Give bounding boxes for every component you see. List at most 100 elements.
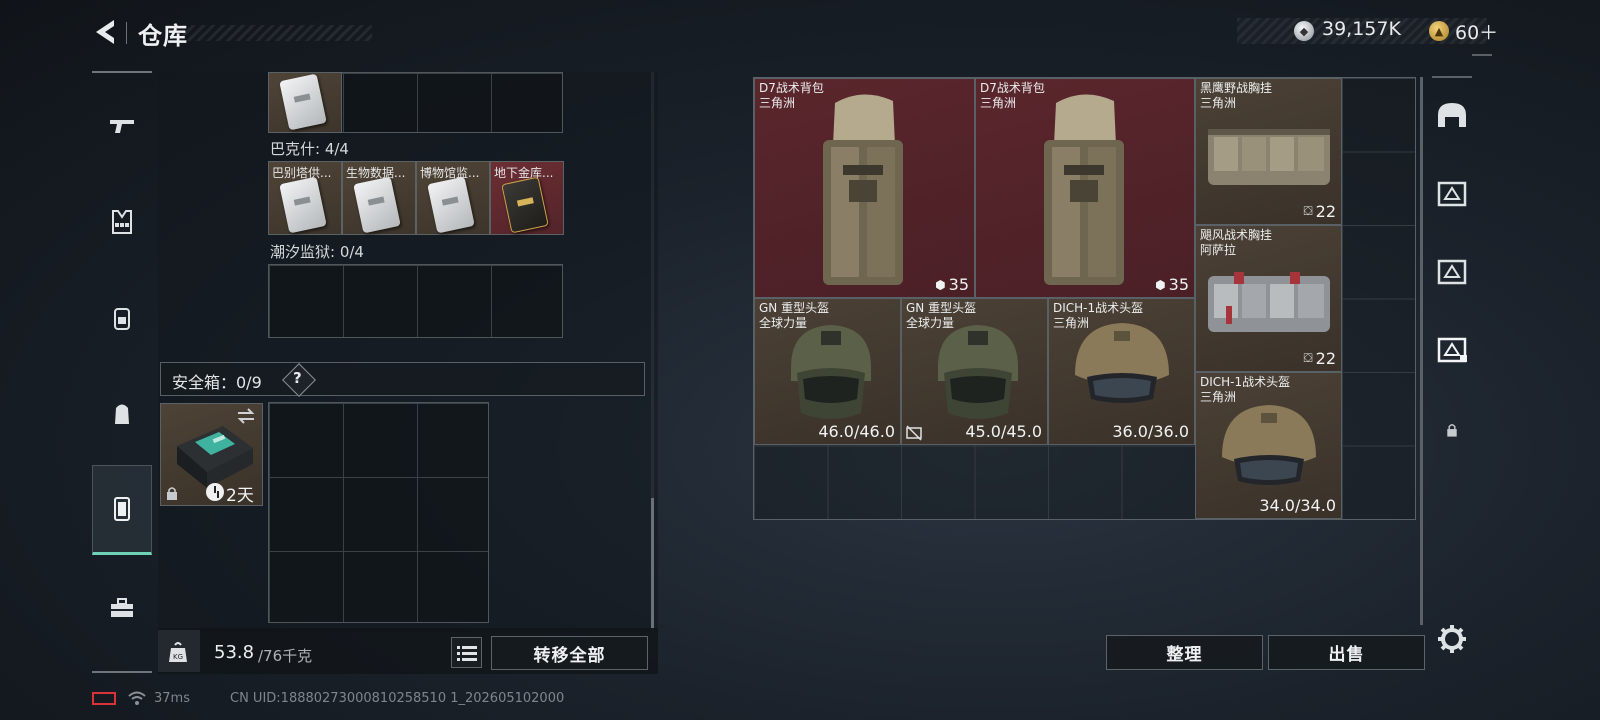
keycard-icon xyxy=(279,176,327,234)
item-name: DICH-1战术头盔 xyxy=(1053,301,1144,315)
item-name: 黑鹰野战胸挂 xyxy=(1200,81,1273,95)
wifi-icon xyxy=(128,690,146,706)
container-scrollbar[interactable] xyxy=(1420,77,1423,625)
back-arrow-icon xyxy=(96,20,114,44)
help-icon: ? xyxy=(293,369,302,387)
helmet-image-icon xyxy=(1222,405,1316,485)
backpack-capacity-icon: ⬢ xyxy=(1155,277,1166,292)
item-name: 飓风战术胸挂 xyxy=(1200,228,1273,242)
left-nav xyxy=(92,71,152,673)
item-name-group: GN 重型头盔 全球力量 xyxy=(759,301,829,331)
sort-button[interactable]: 整理 xyxy=(1106,635,1263,670)
safe-box-label: 安全箱：0/9 xyxy=(172,373,262,392)
list-icon xyxy=(456,645,477,661)
item-stat-value: 36.0/36.0 xyxy=(1112,422,1189,441)
container-item[interactable]: D7战术背包 三角洲 ⬢ 35 xyxy=(754,78,975,298)
armor-slot-icon xyxy=(1437,181,1467,207)
item-stat: ⬢ 35 xyxy=(1155,275,1189,294)
transfer-all-button[interactable]: 转移全部 xyxy=(491,636,648,670)
gold-ticket-icon: ▲ xyxy=(1429,21,1449,41)
item-name-group: DICH-1战术头盔 三角洲 xyxy=(1053,301,1143,331)
helmet-slot-tab[interactable] xyxy=(1430,86,1474,146)
toolbox-icon xyxy=(111,598,133,617)
nav-safe-box[interactable] xyxy=(92,465,152,555)
gun-icon xyxy=(110,120,134,133)
stash-scrollbar-thumb[interactable] xyxy=(651,498,654,628)
container-item[interactable]: DICH-1战术头盔 三角洲 34.0/34.0 xyxy=(1195,372,1342,519)
armor-slot-3-tab[interactable] xyxy=(1430,320,1474,380)
title-divider xyxy=(126,22,127,44)
lock-icon xyxy=(1447,424,1457,437)
item-name-group: D7战术背包 三角洲 xyxy=(759,81,824,111)
document-icon xyxy=(279,73,327,131)
nav-pouch[interactable] xyxy=(92,369,152,459)
vest-capacity-icon: ⛋ xyxy=(1303,204,1313,218)
armor-slot-2-tab[interactable] xyxy=(1430,242,1474,302)
vest-icon xyxy=(112,210,132,234)
safe-box-icon xyxy=(114,497,130,521)
section-label-bakesh: 巴克什: 4/4 xyxy=(270,140,349,158)
no-repair-icon xyxy=(906,425,922,441)
item-subtitle: 三角洲 xyxy=(1200,96,1237,110)
armor-slot-tab[interactable] xyxy=(1430,164,1474,224)
container-item[interactable]: 黑鹰野战胸挂 三角洲 ⛋ 22 xyxy=(1195,78,1342,225)
weight-icon: KG xyxy=(166,640,190,664)
backpack-image-icon xyxy=(1044,94,1124,285)
key-card[interactable]: 博物馆监... xyxy=(416,161,490,235)
item-stat-value: 45.0/45.0 xyxy=(965,422,1042,441)
item-stat: ⬢ 35 xyxy=(935,275,969,294)
item-subtitle: 三角洲 xyxy=(759,96,796,110)
weight-max: /76千克 xyxy=(258,647,313,665)
nav-weapons[interactable] xyxy=(92,81,152,171)
helmet-image-icon xyxy=(938,325,1018,419)
swap-icon[interactable] xyxy=(236,407,256,425)
section-label-tidal-prison: 潮汐监狱: 0/4 xyxy=(270,243,364,261)
item-stat: 34.0/34.0 xyxy=(1259,496,1336,515)
key-card[interactable]: 巴别塔供... xyxy=(268,161,342,235)
locked-slot-tab[interactable] xyxy=(1430,400,1474,460)
item-stat-value: 34.0/34.0 xyxy=(1259,496,1336,515)
key-card[interactable]: 地下金库... xyxy=(490,161,564,235)
container-item[interactable]: GN 重型头盔 全球力量 46.0/46.0 xyxy=(754,298,901,445)
list-view-button[interactable] xyxy=(451,637,482,668)
nav-toolbox[interactable] xyxy=(92,563,152,653)
container-item[interactable]: GN 重型头盔 全球力量 45.0/45.0 xyxy=(901,298,1048,445)
item-subtitle: 三角洲 xyxy=(1200,390,1237,404)
armor-slot-2-icon xyxy=(1437,259,1467,285)
item-stat-value: 35 xyxy=(1168,275,1189,294)
backpack-icon xyxy=(114,308,130,330)
back-button[interactable] xyxy=(90,14,126,50)
gold-keycard-icon xyxy=(501,176,549,234)
money-amount: 39,157K xyxy=(1322,18,1401,40)
nav-vest[interactable] xyxy=(92,177,152,267)
pouch-icon xyxy=(115,404,129,424)
container-item[interactable]: D7战术背包 三角洲 ⬢ 35 xyxy=(975,78,1195,298)
key-card[interactable]: 生物数据... xyxy=(342,161,416,235)
armor-slot-3-icon xyxy=(1437,337,1467,363)
item-name-group: GN 重型头盔 全球力量 xyxy=(906,301,976,331)
ticket-amount[interactable]: 60＋ xyxy=(1455,18,1498,45)
item-name-group: 飓风战术胸挂 阿萨拉 xyxy=(1200,228,1272,258)
title-decoration xyxy=(182,25,372,41)
silver-coin-icon: ◆ xyxy=(1294,21,1314,41)
stash-item-card[interactable] xyxy=(268,72,342,133)
backpack-capacity-icon: ⬢ xyxy=(935,277,946,292)
helmet-image-icon xyxy=(1075,323,1169,403)
container-item[interactable]: DICH-1战术头盔 三角洲 36.0/36.0 xyxy=(1048,298,1195,445)
gear-icon xyxy=(1438,625,1466,653)
lock-icon xyxy=(166,485,178,500)
item-stat-value: 35 xyxy=(948,275,969,294)
item-stat-value: 46.0/46.0 xyxy=(818,422,895,441)
settings-button[interactable] xyxy=(1436,623,1468,655)
item-stat-value: 22 xyxy=(1315,202,1336,221)
container-item[interactable]: 飓风战术胸挂 阿萨拉 ⛋ 22 xyxy=(1195,225,1342,372)
page-title: 仓库 xyxy=(138,22,188,50)
helmet-image-icon xyxy=(791,325,871,419)
sell-button[interactable]: 出售 xyxy=(1268,635,1425,670)
nav-backpack[interactable] xyxy=(92,273,152,363)
item-subtitle: 全球力量 xyxy=(906,316,955,330)
svg-text:KG: KG xyxy=(173,653,183,661)
item-subtitle: 三角洲 xyxy=(1053,316,1090,330)
ping-text: 37ms xyxy=(154,691,190,706)
item-stat: 36.0/36.0 xyxy=(1112,422,1189,441)
